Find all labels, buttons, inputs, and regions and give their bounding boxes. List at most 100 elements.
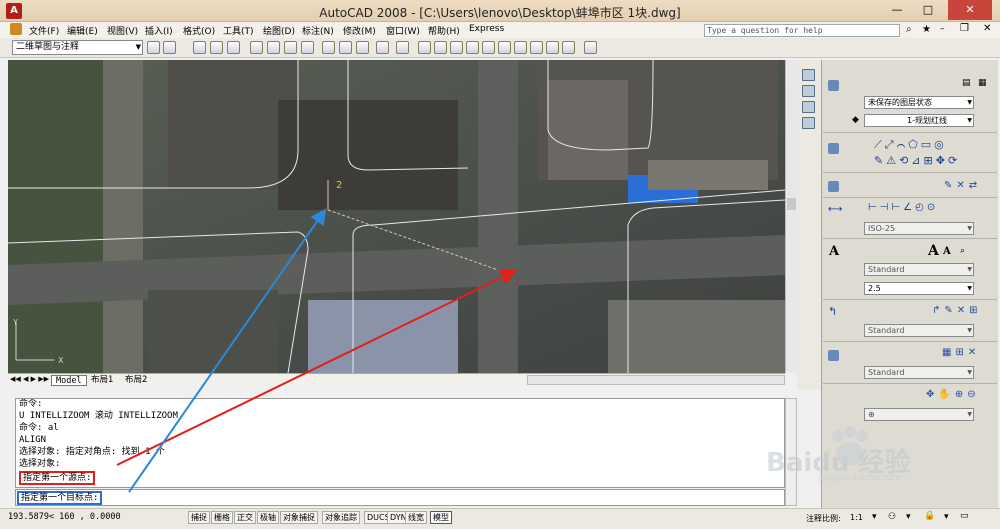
tab-nav-icons[interactable]: ◀◀ ◀ ▶ ▶▶ (10, 375, 49, 383)
dimension-panel-icon[interactable]: ⟷ (828, 204, 842, 215)
make-current-icon[interactable]: ◆ (852, 115, 859, 125)
copy-icon[interactable] (339, 41, 352, 54)
menu-modify[interactable]: 修改(M) (343, 24, 376, 37)
help-icon[interactable] (584, 41, 597, 54)
layer-state-select[interactable]: 未保存的图层状态 ▼ (864, 96, 974, 109)
menu-file[interactable]: 文件(F) (29, 24, 59, 37)
doc-minimize-button[interactable]: – (940, 24, 945, 34)
orbit-icon[interactable] (802, 69, 815, 81)
single-line-text-icon[interactable]: A (943, 246, 951, 257)
mleader-tools[interactable]: ↱✎✕⊞ (932, 305, 982, 316)
sheet-set-icon[interactable] (530, 41, 543, 54)
cut-icon[interactable] (322, 41, 335, 54)
menu-insert[interactable]: 插入(I) (145, 24, 173, 37)
mleader-style-select[interactable]: Standard ▼ (864, 324, 974, 337)
tool-palettes-icon[interactable] (514, 41, 527, 54)
redo-icon[interactable] (396, 41, 409, 54)
grid-toggle[interactable]: 栅格 (211, 511, 233, 524)
lineweight-toggle[interactable]: 线宽 (405, 511, 427, 524)
draw-tools-row-2[interactable]: ✎⚠⟲⊿⊞✥⟳ (874, 154, 960, 167)
properties-icon[interactable] (482, 41, 495, 54)
3d-dwf-icon[interactable] (301, 41, 314, 54)
zoom-window-icon[interactable] (450, 41, 463, 54)
menu-dimension[interactable]: 标注(N) (302, 24, 334, 37)
tab-layout1[interactable]: 布局1 (87, 375, 117, 386)
annotation-scale-value[interactable]: 1:1 (850, 513, 863, 522)
new-file-icon[interactable] (193, 41, 206, 54)
free-orbit-icon[interactable] (802, 85, 815, 97)
workspace-settings-icon[interactable] (147, 41, 160, 54)
text-height-select[interactable]: 2.5 ▼ (864, 282, 974, 295)
paste-icon[interactable] (356, 41, 369, 54)
tray-settings-icon[interactable]: ▾ (944, 512, 949, 522)
camera-icon[interactable] (802, 117, 815, 129)
multiline-text-icon[interactable]: A (928, 243, 939, 259)
plot-preview-icon[interactable] (267, 41, 280, 54)
open-file-icon[interactable] (210, 41, 223, 54)
help-search-input[interactable]: Type a question for help (704, 24, 900, 37)
menu-draw[interactable]: 绘图(D) (263, 24, 295, 37)
menu-express[interactable]: Express (469, 24, 504, 34)
search-icon[interactable]: ⌕ (906, 24, 912, 35)
lock-icon[interactable]: 🔒 (924, 511, 935, 521)
close-button[interactable]: ✕ (948, 0, 992, 20)
snap-toggle[interactable]: 捕捉 (188, 511, 210, 524)
auto-scale-icon[interactable]: ⚇ (888, 512, 896, 522)
model-toggle[interactable]: 模型 (430, 511, 452, 524)
zoom-previous-icon[interactable] (466, 41, 479, 54)
maximize-button[interactable]: □ (913, 0, 943, 20)
workspace-lock-icon[interactable] (163, 41, 176, 54)
doc-close-button[interactable]: ✕ (983, 23, 991, 34)
menu-help[interactable]: 帮助(H) (428, 24, 460, 37)
osnap-toggle[interactable]: 对象捕捉 (280, 511, 318, 524)
undo-icon[interactable] (376, 41, 389, 54)
text-panel-icon[interactable]: A (829, 244, 839, 259)
vertical-scrollbar[interactable] (785, 60, 797, 373)
menu-window[interactable]: 窗口(W) (386, 24, 420, 37)
draw-panel-icon[interactable] (828, 143, 839, 154)
table-panel-icon[interactable] (828, 350, 839, 361)
design-center-icon[interactable] (498, 41, 511, 54)
doc-restore-button[interactable]: ❐ (960, 23, 969, 34)
sync-icon[interactable]: ▾ (906, 512, 911, 522)
publish-icon[interactable] (284, 41, 297, 54)
table-style-select[interactable]: Standard ▼ (864, 366, 974, 379)
otrack-toggle[interactable]: 对象追踪 (322, 511, 360, 524)
continuous-orbit-icon[interactable] (802, 101, 815, 113)
table-tools[interactable]: ▦⊞✕ (942, 347, 980, 358)
command-history[interactable]: 命令: U INTELLIZOOM 滚动 INTELLIZOOM 命令: al … (15, 398, 785, 488)
star-icon[interactable]: ★ (922, 24, 931, 35)
dimension-tools[interactable]: ⊢⊣⊢∠◴⊙ (868, 202, 938, 213)
calculator-icon[interactable] (562, 41, 575, 54)
zoom-realtime-icon[interactable] (434, 41, 447, 54)
clean-screen-icon[interactable]: ▭ (960, 511, 969, 521)
plot-icon[interactable] (250, 41, 263, 54)
dim-style-select[interactable]: ISO-25 ▼ (864, 222, 974, 235)
menu-tools[interactable]: 工具(T) (223, 24, 254, 37)
layer-state-icon[interactable]: ▤ (962, 78, 971, 88)
hatch-tools[interactable]: ✎✕⇄ (944, 180, 981, 191)
tab-model[interactable]: Model (51, 375, 87, 386)
layer-select[interactable]: 1-规划红线 ▼ (864, 114, 974, 127)
document-icon[interactable] (10, 23, 22, 35)
ortho-toggle[interactable]: 正交 (234, 511, 256, 524)
text-style-select[interactable]: Standard ▼ (864, 263, 974, 276)
menu-edit[interactable]: 编辑(E) (67, 24, 98, 37)
drawing-canvas[interactable]: 2 1 Y X (8, 60, 785, 373)
minimize-button[interactable]: — (882, 0, 912, 20)
tab-layout2[interactable]: 布局2 (121, 375, 151, 386)
polar-toggle[interactable]: 极轴 (257, 511, 279, 524)
menu-view[interactable]: 视图(V) (107, 24, 138, 37)
workspace-select[interactable]: 二维草图与注释 ▼ (12, 40, 143, 55)
markup-icon[interactable] (546, 41, 559, 54)
mleader-panel-icon[interactable]: ↰ (828, 305, 837, 318)
save-icon[interactable] (227, 41, 240, 54)
horizontal-scrollbar[interactable] (527, 375, 785, 385)
command-input[interactable]: 指定第一个目标点: (15, 489, 785, 506)
hatch-panel-icon[interactable] (828, 181, 839, 192)
navigate-tools[interactable]: ✥✋⊕⊖ (926, 389, 980, 400)
layer-previous-icon[interactable]: ▦ (978, 78, 987, 88)
scroll-thumb[interactable] (787, 198, 796, 210)
pan-icon[interactable] (418, 41, 431, 54)
layers-icon[interactable] (828, 80, 839, 91)
